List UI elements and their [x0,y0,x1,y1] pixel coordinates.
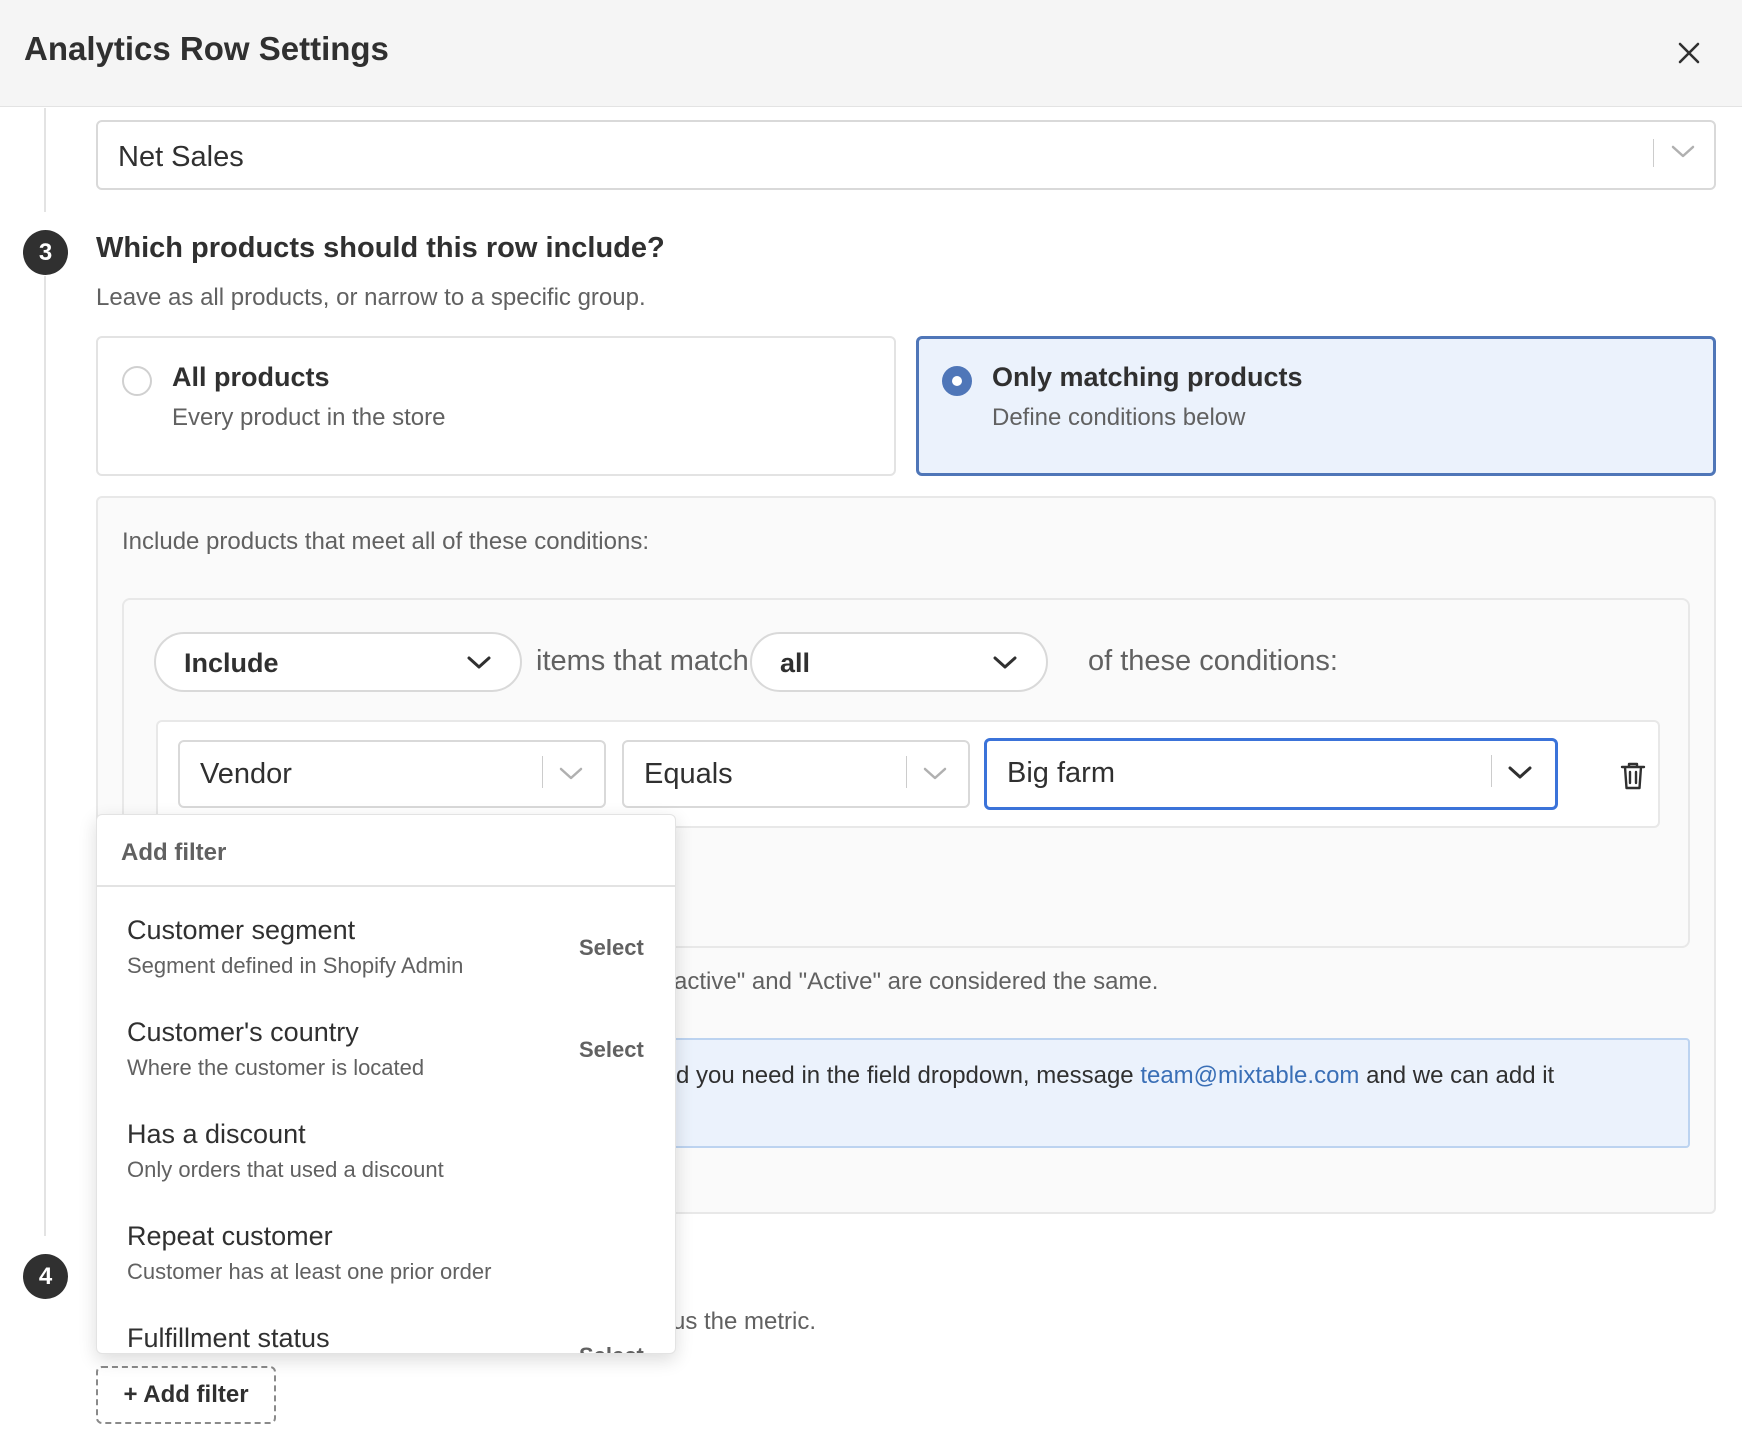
match-quantifier-value: all [780,648,811,678]
close-icon [1678,42,1700,64]
step-4-subtitle: us the metric. [672,1308,817,1335]
filter-option-title: Customer segment [127,915,356,945]
select-separator [906,756,907,788]
chevron-down-icon [1508,766,1532,779]
metric-select[interactable]: Net Sales [96,120,1716,190]
chevron-down-icon [559,767,583,780]
condition-operator-value: Equals [644,758,733,790]
option-all-products-label: All products [172,362,330,392]
filter-option-customer-country[interactable]: Customer's country Where the customer is… [97,1007,675,1109]
step-4-badge: 4 [23,1254,68,1299]
filter-option-title: Fulfillment status [127,1323,330,1353]
filter-option-desc: Only orders that used a discount [127,1157,444,1182]
filter-option-title: Customer's country [127,1017,359,1047]
filter-option-select[interactable]: Select [579,935,644,961]
chevron-down-icon [923,767,947,780]
include-mode-select[interactable]: Include [154,632,522,692]
items-that-match-text: items that match [536,645,749,677]
case-insensitive-note: active" and "Active" are considered the … [674,968,1159,995]
filter-option-title: Has a discount [127,1119,306,1149]
modal-header: Analytics Row Settings [0,0,1742,107]
filter-option-title: Repeat customer [127,1221,333,1251]
select-separator [1491,755,1492,787]
trash-icon[interactable] [1618,760,1648,792]
step-3-subtitle: Leave as all products, or narrow to a sp… [96,284,646,311]
include-mode-value: Include [184,648,279,678]
match-quantifier-select[interactable]: all [750,632,1048,692]
dropdown-header-label: Add filter [121,839,227,866]
condition-operator-select[interactable]: Equals [622,740,970,808]
select-separator [1653,139,1654,167]
modal-title: Analytics Row Settings [24,30,389,67]
add-filter-button[interactable]: + Add filter [96,1366,276,1424]
metric-select-value: Net Sales [118,141,244,173]
chevron-down-icon [1671,145,1695,158]
info-banner-text: d you need in the field dropdown, messag… [676,1062,1554,1090]
step-connector-middle [44,276,46,1236]
info-text-after: and we can add it [1359,1062,1555,1089]
option-matching-products-label: Only matching products [992,362,1303,392]
condition-value-select[interactable]: Big farm [984,738,1558,810]
filter-option-select[interactable]: Select [579,1343,644,1353]
option-all-products[interactable]: All products Every product in the store [96,336,896,476]
option-matching-products-desc: Define conditions below [992,404,1246,431]
step-connector-top [44,108,46,212]
condition-field-value: Vendor [200,758,292,790]
step-3-badge: 3 [23,230,68,275]
dropdown-header: Add filter [97,815,675,887]
option-matching-products[interactable]: Only matching products Define conditions… [916,336,1716,476]
step-3-title: Which products should this row include? [96,232,665,264]
radio-matching-products[interactable] [942,366,972,396]
condition-row: Vendor Equals Big farm [156,720,1660,828]
conditions-intro: Include products that meet all of these … [122,528,649,555]
condition-field-select[interactable]: Vendor [178,740,606,808]
of-these-conditions-text: of these conditions: [1088,645,1338,677]
close-button[interactable] [1668,32,1710,74]
filter-option-desc: Customer has at least one prior order [127,1259,492,1284]
condition-value: Big farm [1007,757,1115,789]
filter-option-fulfillment-status[interactable]: Fulfillment status Select [97,1313,675,1353]
filter-option-has-discount[interactable]: Has a discount Only orders that used a d… [97,1109,675,1211]
filter-option-customer-segment[interactable]: Customer segment Segment defined in Shop… [97,905,675,1007]
add-filter-dropdown: Add filter Customer segment Segment defi… [96,814,676,1354]
chevron-down-icon [993,656,1017,669]
select-separator [542,756,543,788]
option-all-products-desc: Every product in the store [172,404,446,431]
info-text-before: d you need in the field dropdown, messag… [676,1062,1141,1089]
chevron-down-icon [467,656,491,669]
filter-option-repeat-customer[interactable]: Repeat customer Customer has at least on… [97,1211,675,1313]
filter-option-select[interactable]: Select [579,1037,644,1063]
support-email-link[interactable]: team@mixtable.com [1140,1062,1359,1089]
radio-all-products[interactable] [122,366,152,396]
filter-option-desc: Segment defined in Shopify Admin [127,953,464,978]
filter-option-desc: Where the customer is located [127,1055,425,1080]
